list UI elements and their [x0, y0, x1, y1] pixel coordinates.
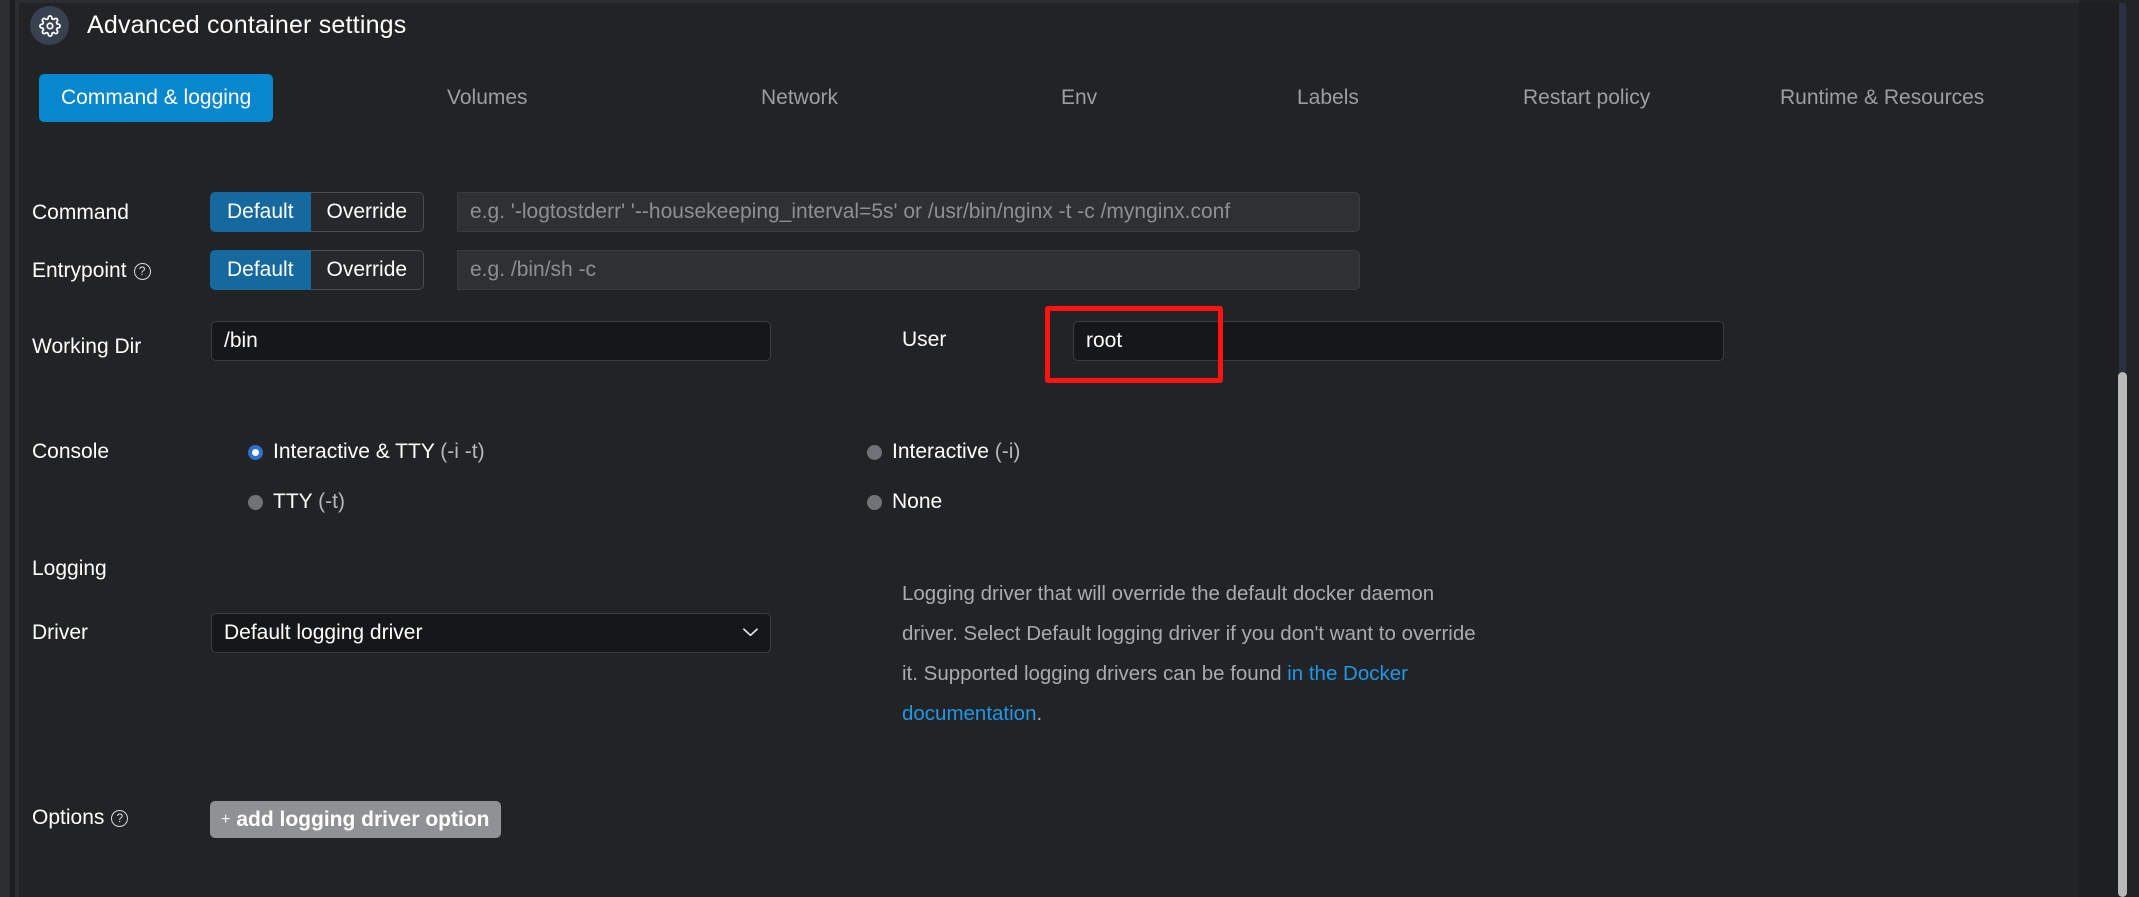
logging-section-label: Logging — [32, 557, 107, 580]
tab-bar: Command & logging Volumes Network Env La… — [29, 74, 1984, 122]
working-dir-label: Working Dir — [32, 335, 142, 358]
tab-volumes[interactable]: Volumes — [447, 74, 528, 122]
user-label: User — [902, 328, 947, 351]
options-label: Options? — [32, 806, 129, 830]
working-dir-value: /bin — [224, 329, 258, 352]
entrypoint-input[interactable]: e.g. /bin/sh -c — [457, 250, 1360, 290]
user-input[interactable]: root — [1073, 321, 1724, 361]
tab-network[interactable]: Network — [761, 74, 838, 122]
entrypoint-label: Entrypoint? — [32, 259, 151, 283]
driver-label: Driver — [32, 621, 88, 644]
user-value: root — [1086, 329, 1123, 352]
panel-header: Advanced container settings — [30, 6, 407, 45]
command-default-button[interactable]: Default — [210, 192, 311, 232]
console-option-flag: (-i) — [994, 440, 1021, 463]
gear-icon — [30, 6, 69, 45]
help-text-part-2: . — [1036, 702, 1043, 725]
tab-label: Restart policy — [1523, 86, 1651, 109]
add-logging-driver-option-button[interactable]: + add logging driver option — [210, 801, 501, 838]
console-option-label: None — [892, 490, 942, 514]
entrypoint-label-text: Entrypoint — [32, 259, 127, 282]
console-option-text: None — [892, 490, 943, 513]
console-option-tty[interactable]: TTY (-t) — [248, 490, 345, 514]
plus-icon: + — [221, 810, 231, 828]
tab-restart-policy[interactable]: Restart policy — [1523, 74, 1650, 122]
tab-label: Runtime & Resources — [1780, 86, 1985, 109]
tab-label: Env — [1061, 86, 1098, 109]
radio-interactive-icon[interactable] — [867, 444, 882, 460]
options-label-text: Options — [32, 806, 105, 829]
options-help-icon[interactable]: ? — [111, 809, 129, 827]
working-dir-input[interactable]: /bin — [211, 321, 771, 361]
tab-label: Labels — [1297, 86, 1359, 109]
tab-label: Volumes — [447, 86, 528, 109]
entrypoint-placeholder: e.g. /bin/sh -c — [470, 258, 597, 281]
right-accent-strip — [2119, 3, 2126, 373]
logging-driver-value: Default logging driver — [224, 621, 423, 644]
entrypoint-mode-toggle[interactable]: Default Override — [210, 250, 425, 290]
tab-runtime-and-resources[interactable]: Runtime & Resources — [1780, 74, 1984, 122]
entrypoint-default-button[interactable]: Default — [210, 250, 311, 290]
command-label: Command — [32, 201, 129, 224]
tab-labels[interactable]: Labels — [1297, 74, 1359, 122]
entrypoint-help-icon[interactable]: ? — [133, 262, 151, 280]
radio-tty-icon[interactable] — [248, 494, 263, 510]
command-override-button[interactable]: Override — [310, 192, 425, 232]
chevron-down-icon — [743, 626, 758, 641]
console-option-label: Interactive & TTY (-i -t) — [273, 440, 485, 464]
window-left-rail — [0, 0, 10, 897]
command-placeholder: e.g. '-logtostderr' '--housekeeping_inte… — [470, 200, 1231, 223]
console-option-text: Interactive & TTY — [273, 440, 441, 463]
console-option-flag: (-t) — [318, 490, 345, 513]
right-dark-column — [2079, 3, 2119, 897]
command-mode-toggle[interactable]: Default Override — [210, 192, 425, 232]
console-option-none[interactable]: None — [867, 490, 942, 514]
logging-driver-help-text: Logging driver that will override the de… — [902, 574, 1492, 734]
logging-driver-select[interactable]: Default logging driver — [211, 613, 771, 653]
settings-panel: Advanced container settings Command & lo… — [19, 0, 2079, 897]
page-title: Advanced container settings — [87, 11, 407, 39]
console-option-label: Interactive (-i) — [892, 440, 1020, 464]
add-logging-driver-option-label: add logging driver option — [236, 807, 490, 831]
tab-command-and-logging[interactable]: Command & logging — [39, 74, 274, 122]
console-option-interactive-tty[interactable]: Interactive & TTY (-i -t) — [248, 440, 485, 464]
panel-top-divider — [19, 0, 2079, 3]
tab-label: Network — [761, 86, 839, 109]
console-option-label: TTY (-t) — [273, 490, 345, 514]
console-label: Console — [32, 440, 110, 463]
radio-interactive-tty-icon[interactable] — [248, 444, 263, 460]
command-input[interactable]: e.g. '-logtostderr' '--housekeeping_inte… — [457, 192, 1360, 232]
console-option-interactive[interactable]: Interactive (-i) — [867, 440, 1020, 464]
console-option-text: TTY — [273, 490, 319, 513]
entrypoint-override-button[interactable]: Override — [310, 250, 425, 290]
vertical-scrollbar-thumb[interactable] — [2118, 372, 2127, 897]
tab-label: Command & logging — [61, 86, 252, 109]
radio-none-icon[interactable] — [867, 494, 882, 510]
console-option-text: Interactive — [892, 440, 995, 463]
tab-env[interactable]: Env — [1061, 74, 1097, 122]
console-option-flag: (-i -t) — [440, 440, 485, 463]
